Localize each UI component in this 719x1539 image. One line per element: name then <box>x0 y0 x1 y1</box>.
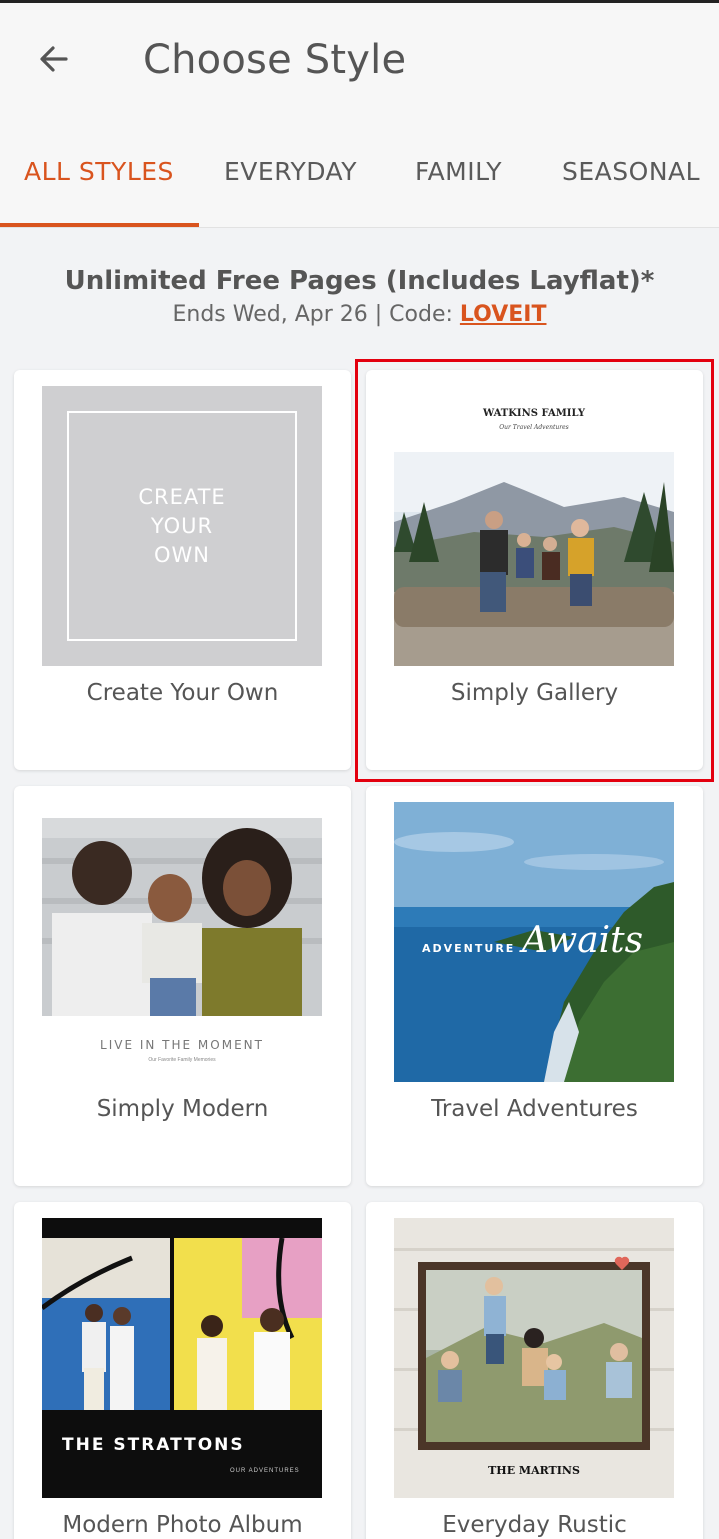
rustic-family-photo <box>394 1218 674 1498</box>
thumb-title: THE STRATTONS <box>62 1435 245 1455</box>
active-tab-indicator <box>0 223 199 227</box>
style-card-label: Everyday Rustic <box>442 1512 627 1538</box>
style-card-label: Create Your Own <box>86 680 279 706</box>
style-card-label: Modern Photo Album <box>62 1512 303 1538</box>
promo-subtitle: Ends Wed, Apr 26 | Code: LOVEIT <box>0 302 719 327</box>
promo-banner: Unlimited Free Pages (Includes Layflat)*… <box>0 266 719 327</box>
thumb-text-line: CREATE <box>138 484 226 509</box>
promo-title: Unlimited Free Pages (Includes Layflat)* <box>64 266 655 296</box>
style-card-everyday-rustic[interactable]: THE MARTINS Everyday Rustic <box>366 1202 703 1539</box>
tab-everyday[interactable]: EVERYDAY <box>224 157 357 186</box>
tab-seasonal[interactable]: SEASONAL <box>562 157 700 186</box>
thumb-word-awaits: Awaits <box>522 920 644 961</box>
app-header: Choose Style ALL STYLES EVERYDAY FAMILY … <box>0 3 719 228</box>
promo-details: Ends Wed, Apr 26 | Code: <box>172 302 453 327</box>
style-card-create-your-own[interactable]: CREATE YOUR OWN Create Your Own <box>14 370 351 770</box>
style-card-simply-gallery[interactable]: WATKINS FAMILY Our Travel Adventures Sim… <box>366 370 703 770</box>
style-card-label: Travel Adventures <box>431 1096 638 1122</box>
style-card-modern-photo-album[interactable]: THE STRATTONS OUR ADVENTURES Modern Phot… <box>14 1202 351 1539</box>
family-portrait-photo <box>42 818 322 1016</box>
thumb-title: THE MARTINS <box>488 1464 580 1477</box>
create-your-own-thumbnail: CREATE YOUR OWN <box>42 386 322 666</box>
thumb-subtitle: Our Favorite Family Memories <box>148 1057 216 1063</box>
tab-all-styles[interactable]: ALL STYLES <box>24 157 174 186</box>
arrow-left-icon <box>40 46 68 72</box>
simply-gallery-thumbnail: WATKINS FAMILY Our Travel Adventures <box>394 386 674 666</box>
tab-family[interactable]: FAMILY <box>415 157 502 186</box>
couple-photos <box>42 1218 322 1498</box>
thumb-subtitle: OUR ADVENTURES <box>230 1468 300 1474</box>
style-card-travel-adventures[interactable]: ADVENTURE Awaits Travel Adventures <box>366 786 703 1186</box>
thumb-text-line: YOUR <box>150 513 214 538</box>
modern-photo-album-thumbnail: THE STRATTONS OUR ADVENTURES <box>42 1218 322 1498</box>
everyday-rustic-thumbnail: THE MARTINS <box>394 1218 674 1498</box>
simply-modern-thumbnail: LIVE IN THE MOMENT Our Favorite Family M… <box>42 802 322 1082</box>
family-mountain-photo <box>394 452 674 666</box>
thumb-subtitle: Our Travel Adventures <box>499 424 569 431</box>
style-card-simply-modern[interactable]: LIVE IN THE MOMENT Our Favorite Family M… <box>14 786 351 1186</box>
thumb-text-line: OWN <box>153 542 210 567</box>
thumb-title: LIVE IN THE MOMENT <box>100 1038 264 1052</box>
page-title: Choose Style <box>143 37 407 83</box>
promo-code-link[interactable]: LOVEIT <box>460 302 547 327</box>
create-your-own-thumb-text: CREATE YOUR OWN <box>138 483 225 570</box>
style-tabs: ALL STYLES EVERYDAY FAMILY SEASONAL <box>0 143 719 228</box>
back-button[interactable] <box>28 33 80 85</box>
travel-adventures-thumbnail: ADVENTURE Awaits <box>394 802 674 1082</box>
style-card-label: Simply Modern <box>96 1096 269 1122</box>
thumb-title: WATKINS FAMILY <box>482 408 585 419</box>
thumb-word-adventure: ADVENTURE <box>422 942 516 955</box>
create-your-own-frame: CREATE YOUR OWN <box>67 411 297 641</box>
style-card-label: Simply Gallery <box>450 680 619 706</box>
